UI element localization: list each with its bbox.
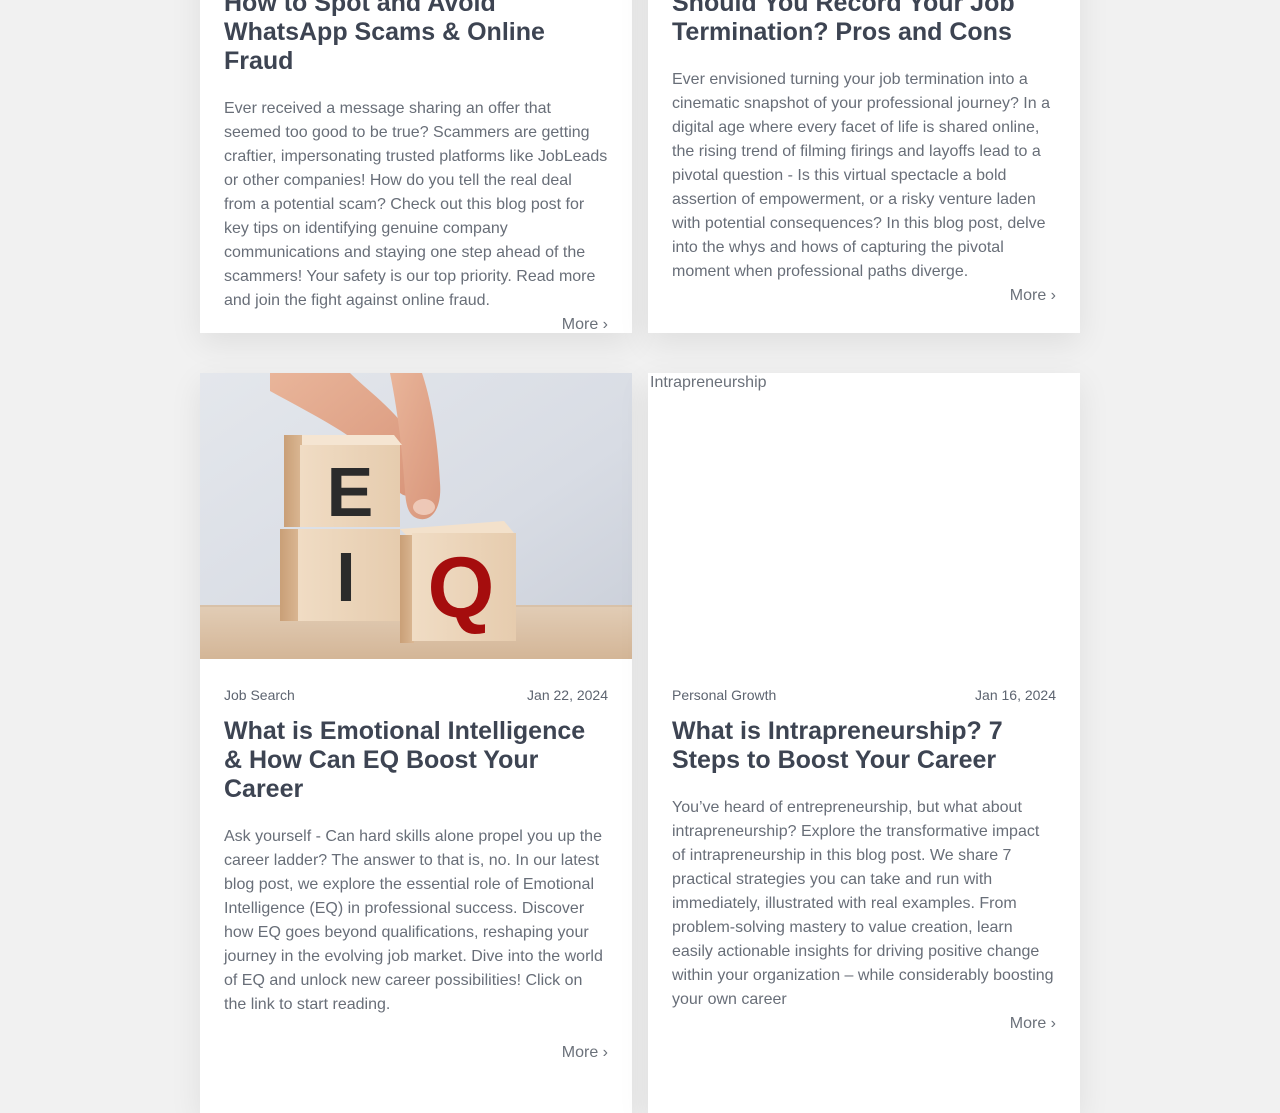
blog-card-intrapreneurship[interactable]: Intrapreneurship Personal Growth Jan 16,… [648,373,1080,1113]
block-letter-q: Q [428,540,495,636]
card-category[interactable]: Personal Growth [672,687,776,703]
card-meta: Job Search Jan 22, 2024 [224,687,608,703]
more-link[interactable]: More › [672,284,1056,308]
card-excerpt: You’ve heard of entrepreneurship, but wh… [672,799,1054,1008]
card-excerpt: Ever received a message sharing an offer… [224,100,608,309]
card-excerpt: Ask yourself - Can hard skills alone pro… [224,828,603,1013]
card-excerpt: Ever envisioned turning your job termina… [672,71,1050,280]
card-image-intrapreneurship[interactable]: Intrapreneurship [648,373,1080,661]
card-date: Jan 22, 2024 [527,687,608,703]
card-title[interactable]: How to Spot and Avoid WhatsApp Scams & O… [224,0,608,76]
card-category[interactable]: Job Search [224,687,295,703]
blog-card-whatsapp-scams[interactable]: How to Spot and Avoid WhatsApp Scams & O… [200,0,632,333]
blog-card-record-termination[interactable]: Should You Record Your Job Termination? … [648,0,1080,333]
card-image-eq-blocks[interactable]: E I Q [200,373,632,661]
more-link[interactable]: More › [224,313,608,337]
blog-card-grid: How to Spot and Avoid WhatsApp Scams & O… [200,0,1080,1113]
more-link[interactable]: More › [224,1041,608,1065]
broken-image-alt: Intrapreneurship [648,373,767,393]
card-title[interactable]: Should You Record Your Job Termination? … [672,0,1056,47]
block-letter-i: I [336,538,355,616]
card-title[interactable]: What is Emotional Intelligence & How Can… [224,717,608,804]
more-link[interactable]: More › [672,1012,1056,1036]
blog-card-emotional-intelligence[interactable]: E I Q Job Search Jan 22, 2024 What is Em… [200,373,632,1113]
card-title[interactable]: What is Intrapreneurship? 7 Steps to Boo… [672,717,1056,775]
card-meta: Personal Growth Jan 16, 2024 [672,687,1056,703]
eq-blocks-illustration: E I Q [200,373,632,661]
card-date: Jan 16, 2024 [975,687,1056,703]
image-alt-text: Intrapreneurship [650,374,767,391]
block-letter-e: E [327,453,374,531]
